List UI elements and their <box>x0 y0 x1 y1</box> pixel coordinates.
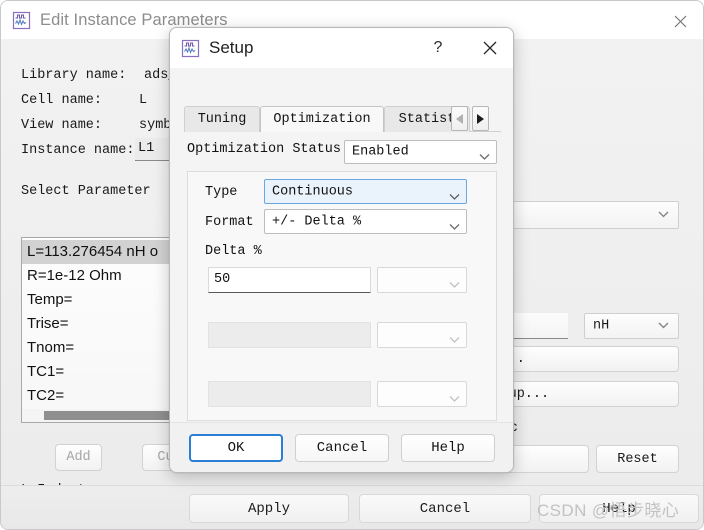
tab-prev-button[interactable] <box>451 106 468 131</box>
close-icon[interactable] <box>477 37 503 59</box>
chevron-down-icon <box>658 208 669 222</box>
setup-ok-button[interactable]: OK <box>189 434 283 462</box>
add-button[interactable]: Add <box>55 444 102 471</box>
delta-percent-label: Delta % <box>205 244 262 259</box>
format-label: Format <box>205 215 254 230</box>
help-button[interactable]: Help <box>539 494 699 523</box>
type-value: Continuous <box>272 184 354 199</box>
tab-tuning[interactable]: Tuning <box>184 106 260 132</box>
unit-value: nH <box>593 318 610 334</box>
min-unit-combo[interactable] <box>377 322 467 348</box>
triangle-left-icon <box>456 113 463 124</box>
instance-name-label: Instance name: <box>21 143 135 158</box>
setup-dialog: Setup ? Tuning Optimization Statist Opti… <box>169 27 514 473</box>
tab-optimization[interactable]: Optimization <box>260 106 384 132</box>
min-value-input[interactable] <box>208 322 371 348</box>
cancel-button[interactable]: Cancel <box>359 494 531 523</box>
setup-body: Tuning Optimization Statist Optimization… <box>170 68 513 472</box>
chevron-down-icon <box>479 148 490 160</box>
optimization-status-label: Optimization Status <box>187 142 341 157</box>
optimization-status-row: Optimization Status Enabled <box>187 140 497 164</box>
optimization-panel: Type Continuous Format +/- Delta % Delta… <box>187 171 497 421</box>
waveform-icon <box>12 11 31 30</box>
delta-unit-combo[interactable] <box>377 267 467 293</box>
optimization-status-combo[interactable]: Enabled <box>344 140 497 164</box>
setup-title: Setup <box>209 38 254 57</box>
format-value: +/- Delta % <box>272 214 362 229</box>
triangle-right-icon <box>477 113 484 124</box>
setup-title-bar: Setup ? <box>170 28 513 68</box>
dialog-footer: Apply Cancel Help <box>1 485 703 529</box>
delta-percent-input[interactable]: 50 <box>208 267 371 293</box>
setup-cancel-button[interactable]: Cancel <box>295 434 389 462</box>
tab-next-button[interactable] <box>472 106 489 131</box>
unit-combo[interactable]: nH <box>584 313 679 339</box>
max-value-input[interactable] <box>208 381 371 407</box>
close-icon[interactable] <box>665 10 695 32</box>
screen-root: Edit Instance Parameters Library name: a… <box>0 0 704 530</box>
chevron-down-icon <box>658 319 669 333</box>
library-name-label: Library name: <box>21 68 127 83</box>
parameter-type-combo[interactable] <box>509 201 679 229</box>
type-combo[interactable]: Continuous <box>264 179 467 204</box>
chevron-down-icon <box>449 217 460 230</box>
waveform-icon <box>181 39 200 58</box>
setup-footer: OK Cancel Help <box>170 422 513 472</box>
chevron-down-icon <box>449 276 460 288</box>
format-combo[interactable]: +/- Delta % <box>264 209 467 234</box>
max-unit-combo[interactable] <box>377 381 467 407</box>
optimization-status-value: Enabled <box>352 144 409 160</box>
setup-help-button[interactable]: Help <box>401 434 495 462</box>
view-name-label: View name: <box>21 118 103 133</box>
chevron-down-icon <box>449 331 460 343</box>
type-label: Type <box>205 185 238 200</box>
reset-button[interactable]: Reset <box>596 445 679 473</box>
chevron-down-icon <box>449 390 460 402</box>
chevron-down-icon <box>449 187 460 200</box>
help-icon[interactable]: ? <box>427 37 449 59</box>
cell-name-value: L <box>139 93 148 108</box>
select-parameter-label: Select Parameter <box>21 184 151 199</box>
apply-button[interactable]: Apply <box>189 494 349 523</box>
cell-name-label: Cell name: <box>21 93 103 108</box>
scrollbar-thumb[interactable] <box>44 411 174 420</box>
